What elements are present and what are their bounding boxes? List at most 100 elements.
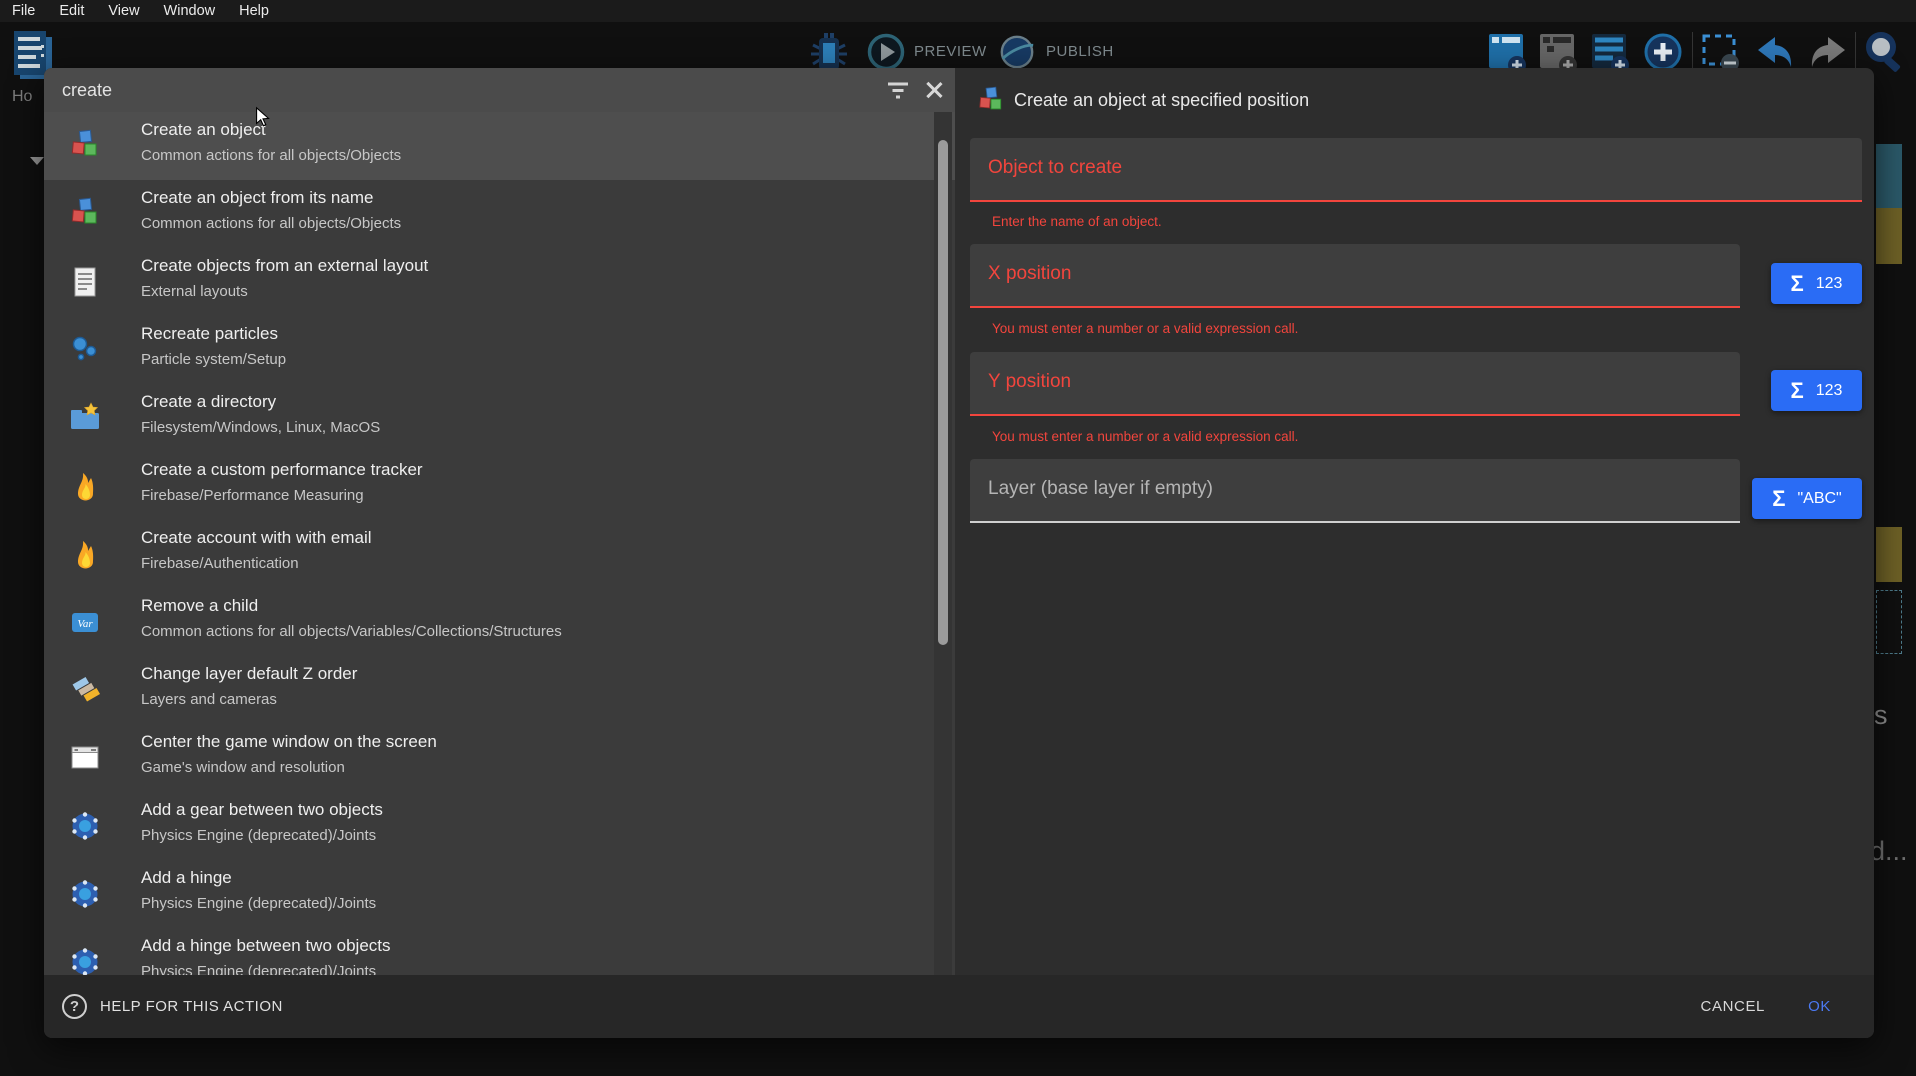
action-list-item[interactable]: Add a hinge between two objects Physics … bbox=[44, 928, 955, 975]
action-title: Create account with with email bbox=[141, 528, 372, 548]
action-title: Recreate particles bbox=[141, 324, 278, 344]
dialog-footer: ? HELP FOR THIS ACTION CANCEL OK bbox=[44, 975, 1874, 1038]
action-category: Physics Engine (deprecated)/Joints bbox=[141, 963, 376, 975]
action-category: Filesystem/Windows, Linux, MacOS bbox=[141, 419, 380, 436]
ok-button[interactable]: OK bbox=[1808, 975, 1831, 1038]
preview-play-icon[interactable] bbox=[866, 32, 906, 72]
action-title: Create a directory bbox=[141, 392, 276, 412]
folder-icon bbox=[68, 401, 102, 435]
layers-icon bbox=[68, 673, 102, 707]
action-category: Firebase/Performance Measuring bbox=[141, 487, 364, 504]
flame-icon bbox=[68, 469, 102, 503]
help-icon: ? bbox=[62, 994, 87, 1019]
flame-icon bbox=[68, 537, 102, 571]
action-search-panel: create Create an object Common actions f… bbox=[44, 68, 955, 975]
action-title: Change layer default Z order bbox=[141, 664, 357, 684]
background-edge-text: d... bbox=[1870, 836, 1908, 867]
action-list-item[interactable]: Create a directory Filesystem/Windows, L… bbox=[44, 384, 955, 452]
help-for-action-button[interactable]: ? HELP FOR THIS ACTION bbox=[62, 975, 283, 1038]
menu-item[interactable]: View bbox=[96, 3, 151, 19]
field-placeholder: Layer (base layer if empty) bbox=[970, 459, 1740, 519]
filter-icon[interactable] bbox=[887, 81, 909, 99]
action-list-item[interactable]: Var Remove a child Common actions for al… bbox=[44, 588, 955, 656]
background-tab-label: Ho bbox=[12, 88, 32, 106]
menu-item[interactable]: File bbox=[0, 3, 47, 19]
action-title: Center the game window on the screen bbox=[141, 732, 437, 752]
menu-item[interactable]: Edit bbox=[47, 3, 96, 19]
background-gold-block bbox=[1876, 527, 1902, 582]
action-list-item[interactable]: Recreate particles Particle system/Setup bbox=[44, 316, 955, 384]
layer-field[interactable]: Layer (base layer if empty) bbox=[970, 459, 1740, 523]
layer-expression-button[interactable]: Σ "ABC" bbox=[1752, 478, 1862, 519]
action-category: Physics Engine (deprecated)/Joints bbox=[141, 895, 376, 912]
action-category: Game's window and resolution bbox=[141, 759, 345, 776]
field-placeholder: X position bbox=[970, 244, 1740, 304]
atom-icon bbox=[68, 877, 102, 911]
background-teal-block bbox=[1876, 144, 1902, 208]
cubes-icon bbox=[68, 129, 102, 163]
cancel-button[interactable]: CANCEL bbox=[1701, 975, 1765, 1038]
publish-globe-icon[interactable] bbox=[998, 33, 1036, 71]
action-title: Add a hinge bbox=[141, 868, 232, 888]
action-details-title: Create an object at specified position bbox=[1014, 90, 1309, 111]
menu-item[interactable]: Window bbox=[152, 3, 228, 19]
action-list-item[interactable]: Create an object Common actions for all … bbox=[44, 112, 955, 180]
action-list-item[interactable]: Add a gear between two objects Physics E… bbox=[44, 792, 955, 860]
action-title: Create an object bbox=[141, 120, 266, 140]
search-input[interactable]: create bbox=[44, 68, 955, 112]
action-title: Create an object from its name bbox=[141, 188, 373, 208]
object-to-create-field[interactable]: Object to create bbox=[970, 138, 1862, 202]
action-list-item[interactable]: Create an object from its name Common ac… bbox=[44, 180, 955, 248]
y-expression-button[interactable]: Σ 123 bbox=[1771, 370, 1862, 411]
close-icon[interactable] bbox=[923, 79, 945, 101]
action-category: Physics Engine (deprecated)/Joints bbox=[141, 827, 376, 844]
sigma-icon: Σ bbox=[1772, 488, 1785, 510]
action-category: Common actions for all objects/Objects bbox=[141, 215, 401, 232]
x-field-error: You must enter a number or a valid expre… bbox=[992, 321, 1298, 336]
y-field-error: You must enter a number or a valid expre… bbox=[992, 429, 1298, 444]
menu-bar: FileEditViewWindowHelp bbox=[0, 0, 1916, 22]
x-position-field[interactable]: X position bbox=[970, 244, 1740, 308]
action-category: External layouts bbox=[141, 283, 248, 300]
action-title: Add a hinge between two objects bbox=[141, 936, 391, 956]
svg-text:Var: Var bbox=[77, 618, 93, 630]
action-results-list: Create an object Common actions for all … bbox=[44, 112, 955, 975]
action-category: Particle system/Setup bbox=[141, 351, 286, 368]
window-icon bbox=[68, 741, 102, 775]
choose-action-dialog: create Create an object Common actions f… bbox=[44, 68, 1874, 1038]
action-title: Create objects from an external layout bbox=[141, 256, 428, 276]
object-field-helper: Enter the name of an object. bbox=[992, 214, 1162, 229]
mouse-cursor bbox=[252, 106, 274, 128]
atom-icon bbox=[68, 945, 102, 975]
sigma-icon: Σ bbox=[1791, 380, 1804, 402]
action-list-item[interactable]: Create a custom performance tracker Fire… bbox=[44, 452, 955, 520]
toolbar-separator bbox=[1855, 32, 1856, 72]
action-list-item[interactable]: Center the game window on the screen Gam… bbox=[44, 724, 955, 792]
cubes-icon bbox=[68, 197, 102, 231]
action-category: Firebase/Authentication bbox=[141, 555, 299, 572]
action-category: Common actions for all objects/Objects bbox=[141, 147, 401, 164]
field-placeholder: Y position bbox=[970, 352, 1740, 412]
action-list-item[interactable]: Create account with with email Firebase/… bbox=[44, 520, 955, 588]
action-category: Layers and cameras bbox=[141, 691, 277, 708]
scrollbar-thumb[interactable] bbox=[938, 140, 948, 645]
search-query: create bbox=[62, 68, 112, 112]
atom-icon bbox=[68, 809, 102, 843]
menu-item[interactable]: Help bbox=[227, 3, 281, 19]
background-gold-block bbox=[1876, 208, 1902, 264]
background-edge-text: s bbox=[1874, 700, 1888, 731]
action-title: Create a custom performance tracker bbox=[141, 460, 423, 480]
action-title: Add a gear between two objects bbox=[141, 800, 383, 820]
action-list-item[interactable]: Add a hinge Physics Engine (deprecated)/… bbox=[44, 860, 955, 928]
y-position-field[interactable]: Y position bbox=[970, 352, 1740, 416]
field-placeholder: Object to create bbox=[970, 138, 1862, 198]
action-list-item[interactable]: Create objects from an external layout E… bbox=[44, 248, 955, 316]
action-list-item[interactable]: Change layer default Z order Layers and … bbox=[44, 656, 955, 724]
x-expression-button[interactable]: Σ 123 bbox=[1771, 263, 1862, 304]
document-icon bbox=[68, 265, 102, 299]
results-scrollbar[interactable] bbox=[934, 112, 952, 975]
sigma-icon: Σ bbox=[1791, 273, 1804, 295]
cubes-icon bbox=[976, 86, 1006, 116]
toolbar-separator bbox=[1692, 32, 1693, 72]
action-category: Common actions for all objects/Variables… bbox=[141, 623, 562, 640]
